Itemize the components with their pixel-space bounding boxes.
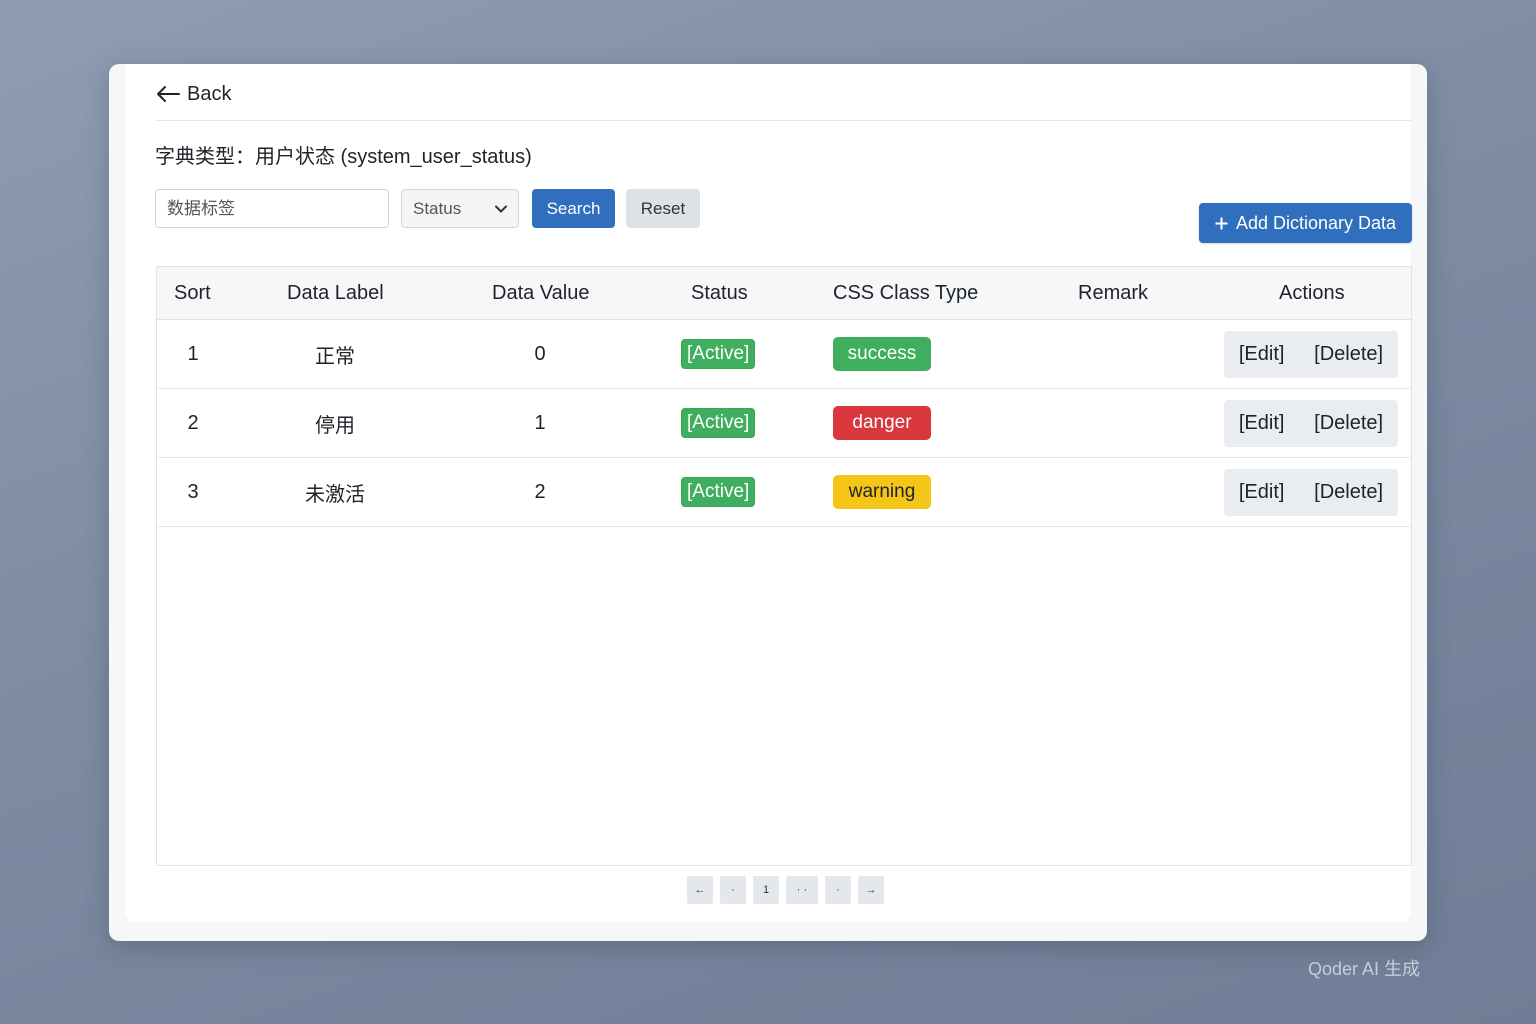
column-header-css-class-type: CSS Class Type xyxy=(833,282,979,304)
css-class-badge: warning xyxy=(833,475,931,509)
cell-data-value: 2 xyxy=(534,480,546,503)
pagination-ellipsis[interactable]: · · xyxy=(786,876,818,904)
add-button-label: Add Dictionary Data xyxy=(1235,212,1397,233)
card-content: Back 字典类型：用户状态 (system_user_status) Stat… xyxy=(125,64,1412,922)
cell-status: [Active] xyxy=(681,320,756,388)
row-actions: [Edit] [Delete] xyxy=(1224,469,1398,516)
cell-css-class: warning xyxy=(833,458,931,526)
row-actions: [Edit] [Delete] xyxy=(1224,400,1398,447)
back-button[interactable]: Back xyxy=(155,81,231,107)
plus-icon xyxy=(1215,217,1228,229)
back-label: Back xyxy=(187,82,232,105)
row-actions: [Edit] [Delete] xyxy=(1224,331,1398,378)
cell-sort: 3 xyxy=(187,480,199,503)
column-header-actions: Actions xyxy=(1279,282,1345,304)
delete-link[interactable]: [Delete] xyxy=(1314,343,1383,366)
prev-page-button[interactable]: ← xyxy=(687,876,713,904)
cell-css-class: success xyxy=(833,320,931,388)
header-divider xyxy=(155,120,1411,121)
chevron-down-icon xyxy=(495,205,507,213)
data-label-input[interactable] xyxy=(155,189,389,228)
watermark: Qoder AI 生成 xyxy=(1308,959,1421,979)
cell-status: [Active] xyxy=(681,458,756,526)
table-row: 3 未激活 2 [Active] warning [Edit] [Delete] xyxy=(157,458,1411,527)
pagination-ellipsis[interactable]: · xyxy=(720,876,746,904)
css-class-badge: danger xyxy=(833,406,931,440)
cell-sort: 2 xyxy=(187,411,199,434)
page-title: 字典类型：用户状态 (system_user_status) xyxy=(155,146,532,168)
column-header-data-value: Data Value xyxy=(492,282,590,304)
add-dictionary-data-button[interactable]: Add Dictionary Data xyxy=(1199,203,1412,243)
table-header: Sort Data Label Data Value Status CSS Cl… xyxy=(157,267,1411,320)
cell-data-label: 停用 xyxy=(315,414,355,437)
css-class-badge: success xyxy=(833,337,931,371)
page-1-button[interactable]: 1 xyxy=(753,876,779,904)
column-header-data-label: Data Label xyxy=(287,282,384,304)
status-badge: [Active] xyxy=(681,477,756,507)
cell-css-class: danger xyxy=(833,389,931,457)
table-row: 2 停用 1 [Active] danger [Edit] [Delete] xyxy=(157,389,1411,458)
status-badge: [Active] xyxy=(681,408,756,438)
column-header-sort: Sort xyxy=(174,282,211,304)
cell-data-value: 1 xyxy=(534,411,546,434)
edit-link[interactable]: [Edit] xyxy=(1239,343,1285,366)
column-header-status: Status xyxy=(691,282,748,304)
status-badge: [Active] xyxy=(681,339,756,369)
status-select[interactable]: Status xyxy=(401,189,519,228)
arrow-left-icon xyxy=(157,86,180,102)
delete-link[interactable]: [Delete] xyxy=(1314,481,1383,504)
edit-link[interactable]: [Edit] xyxy=(1239,481,1285,504)
search-button[interactable]: Search xyxy=(532,189,615,228)
edit-link[interactable]: [Edit] xyxy=(1239,412,1285,435)
cell-data-label: 正常 xyxy=(315,345,355,368)
pagination-ellipsis[interactable]: · xyxy=(825,876,851,904)
main-card: Back 字典类型：用户状态 (system_user_status) Stat… xyxy=(109,64,1427,941)
next-page-button[interactable]: → xyxy=(858,876,884,904)
status-select-label: Status xyxy=(413,198,462,218)
cell-data-value: 0 xyxy=(534,342,546,365)
reset-button[interactable]: Reset xyxy=(626,189,700,228)
cell-sort: 1 xyxy=(187,342,199,365)
delete-link[interactable]: [Delete] xyxy=(1314,412,1383,435)
pagination: ← · 1 · · · → xyxy=(687,876,884,904)
column-header-remark: Remark xyxy=(1078,282,1149,304)
cell-status: [Active] xyxy=(681,389,756,457)
dictionary-data-table: Sort Data Label Data Value Status CSS Cl… xyxy=(156,266,1412,866)
table-row: 1 正常 0 [Active] success [Edit] [Delete] xyxy=(157,320,1411,389)
cell-data-label: 未激活 xyxy=(305,483,365,506)
